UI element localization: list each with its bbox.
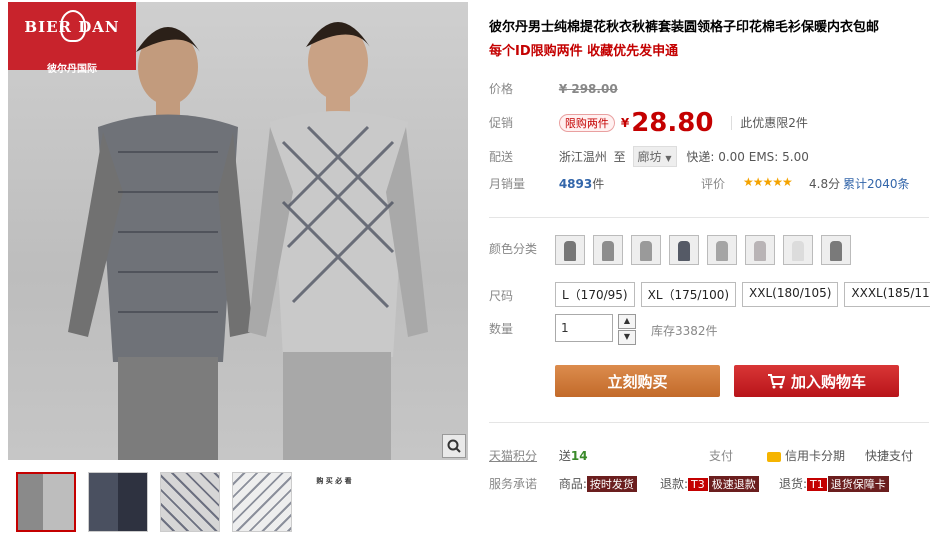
service-label: 服务承诺 bbox=[489, 477, 538, 491]
thumbnail-2[interactable] bbox=[88, 472, 148, 532]
service-refund-tag: 极速退款 bbox=[708, 476, 759, 492]
thumbnail-info-title: 购 买 必 看 bbox=[316, 477, 352, 485]
rating-label: 评价 bbox=[701, 177, 726, 191]
destination-value: 廊坊 bbox=[637, 150, 662, 164]
add-to-cart-button[interactable]: 加入购物车 bbox=[734, 365, 899, 397]
divider bbox=[489, 422, 929, 423]
service-refund[interactable]: 退款: T3 极速退款 bbox=[660, 475, 759, 492]
quantity-decrement-button[interactable]: ▼ bbox=[618, 330, 636, 345]
service-refund-code: T3 bbox=[688, 478, 708, 491]
price-label: 价格 bbox=[489, 82, 514, 96]
stock-text: 库存3382件 bbox=[651, 324, 718, 338]
promo-row: 促销 限购两件 ¥28.80 此优惠限2件 bbox=[489, 108, 808, 138]
thumbnail-3[interactable] bbox=[160, 472, 220, 532]
service-return-tag: 退货保障卡 bbox=[827, 476, 889, 492]
color-swatch[interactable] bbox=[821, 235, 851, 265]
service-return-label: 退货: bbox=[779, 477, 808, 491]
service-return[interactable]: 退货: T1 退货保障卡 bbox=[779, 475, 889, 492]
shipping-label: 配送 bbox=[489, 150, 514, 164]
service-refund-label: 退款: bbox=[660, 477, 689, 491]
color-swatch[interactable] bbox=[631, 235, 661, 265]
thumbnail-list: 购 买 必 看 bbox=[16, 472, 364, 532]
promo-price: 28.80 bbox=[631, 108, 714, 138]
points-prefix: 送 bbox=[558, 449, 571, 463]
product-main-image[interactable]: BIER DAN 彼尔丹国际 bbox=[8, 2, 468, 460]
credit-installment-label: 信用卡分期 bbox=[785, 449, 846, 463]
credit-installment[interactable]: 信用卡分期 bbox=[767, 447, 845, 464]
shipping-to: 至 bbox=[613, 150, 626, 164]
color-swatch[interactable] bbox=[593, 235, 623, 265]
brand-company: 彼尔丹国际 bbox=[47, 64, 97, 75]
price-row: 价格 ¥ 298.00 bbox=[489, 80, 618, 97]
zoom-icon[interactable] bbox=[442, 434, 466, 458]
points-value: 14 bbox=[570, 449, 588, 463]
product-subtitle: 每个ID限购两件 收藏优先发申通 bbox=[489, 44, 679, 59]
brand-logo: BIER DAN 彼尔丹国际 bbox=[8, 2, 136, 75]
buy-now-label: 立刻购买 bbox=[607, 372, 668, 391]
quick-pay[interactable]: 快捷支付 bbox=[865, 447, 913, 464]
service-goods-label: 商品: bbox=[558, 477, 587, 491]
color-swatch[interactable] bbox=[555, 235, 585, 265]
promo-tag: 限购两件 bbox=[558, 113, 615, 132]
size-option[interactable]: L（170/95) bbox=[555, 282, 635, 307]
size-label: 尺码 bbox=[489, 289, 514, 303]
size-label-row: 尺码 bbox=[489, 287, 555, 304]
size-option[interactable]: XXL(180/105) bbox=[742, 282, 839, 307]
product-title: 彼尔丹男士纯棉提花秋衣秋裤套装圆领格子印花棉毛衫保暖内衣包邮 bbox=[489, 20, 880, 35]
promo-note: 此优惠限2件 bbox=[731, 115, 808, 130]
payment-label: 支付 bbox=[709, 449, 734, 463]
service-goods-tag[interactable]: 按时发货 bbox=[586, 476, 637, 492]
color-swatch[interactable] bbox=[669, 235, 699, 265]
buy-now-button[interactable]: 立刻购买 bbox=[555, 365, 720, 397]
color-label: 颜色分类 bbox=[489, 242, 538, 256]
promo-currency: ¥ bbox=[620, 115, 630, 130]
chevron-down-icon: ▼ bbox=[665, 154, 672, 163]
color-swatch[interactable] bbox=[783, 235, 813, 265]
divider bbox=[489, 217, 929, 218]
points-label[interactable]: 天猫积分 bbox=[489, 447, 555, 464]
points-row: 天猫积分 送14 支付 信用卡分期 快捷支付 bbox=[489, 447, 929, 464]
rating-stars: ★★★★★ bbox=[743, 175, 793, 189]
original-price: ¥ 298.00 bbox=[558, 82, 618, 96]
sales-row: 月销量 4893件 评价 ★★★★★ 4.8分 累计2040条 bbox=[489, 175, 929, 192]
shipping-fee: 快递: 0.00 EMS: 5.00 bbox=[686, 150, 809, 164]
sales-label: 月销量 bbox=[489, 177, 526, 191]
size-option[interactable]: XL（175/100) bbox=[640, 282, 737, 307]
color-label-row: 颜色分类 bbox=[489, 240, 555, 257]
thumbnail-1[interactable] bbox=[16, 472, 76, 532]
size-option[interactable]: XXXL(185/110) bbox=[844, 282, 930, 307]
sales-count: 4893 bbox=[558, 177, 593, 191]
color-swatch[interactable] bbox=[745, 235, 775, 265]
crest-icon bbox=[60, 10, 86, 42]
thumbnail-5[interactable]: 购 买 必 看 bbox=[304, 472, 364, 532]
shipping-row: 配送 浙江温州 至 廊坊 ▼ 快递: 0.00 EMS: 5.00 bbox=[489, 146, 809, 167]
quantity-input[interactable]: 1 bbox=[555, 314, 613, 342]
cart-icon bbox=[767, 374, 785, 389]
add-to-cart-label: 加入购物车 bbox=[790, 372, 866, 391]
service-return-code: T1 bbox=[807, 478, 827, 491]
credit-card-icon bbox=[767, 451, 781, 462]
service-row: 服务承诺 商品: 按时发货 退款: T3 极速退款 退货: T1 退货保障卡 bbox=[489, 475, 929, 492]
size-option-list: L（170/95) XL（175/100) XXL(180/105) XXXL(… bbox=[555, 282, 930, 307]
quantity-label: 数量 bbox=[489, 322, 514, 336]
color-swatch[interactable] bbox=[707, 235, 737, 265]
shipping-origin: 浙江温州 bbox=[558, 150, 607, 164]
color-swatch-list bbox=[555, 235, 851, 265]
promo-label: 促销 bbox=[489, 115, 514, 130]
sales-unit: 件 bbox=[592, 177, 605, 191]
quantity-label-row: 数量 bbox=[489, 320, 555, 337]
quantity-increment-button[interactable]: ▲ bbox=[618, 314, 636, 329]
review-count-link[interactable]: 累计2040条 bbox=[843, 175, 910, 192]
thumbnail-4[interactable] bbox=[232, 472, 292, 532]
shipping-destination-select[interactable]: 廊坊 ▼ bbox=[632, 146, 677, 167]
rating-score: 4.8分 bbox=[809, 177, 841, 191]
